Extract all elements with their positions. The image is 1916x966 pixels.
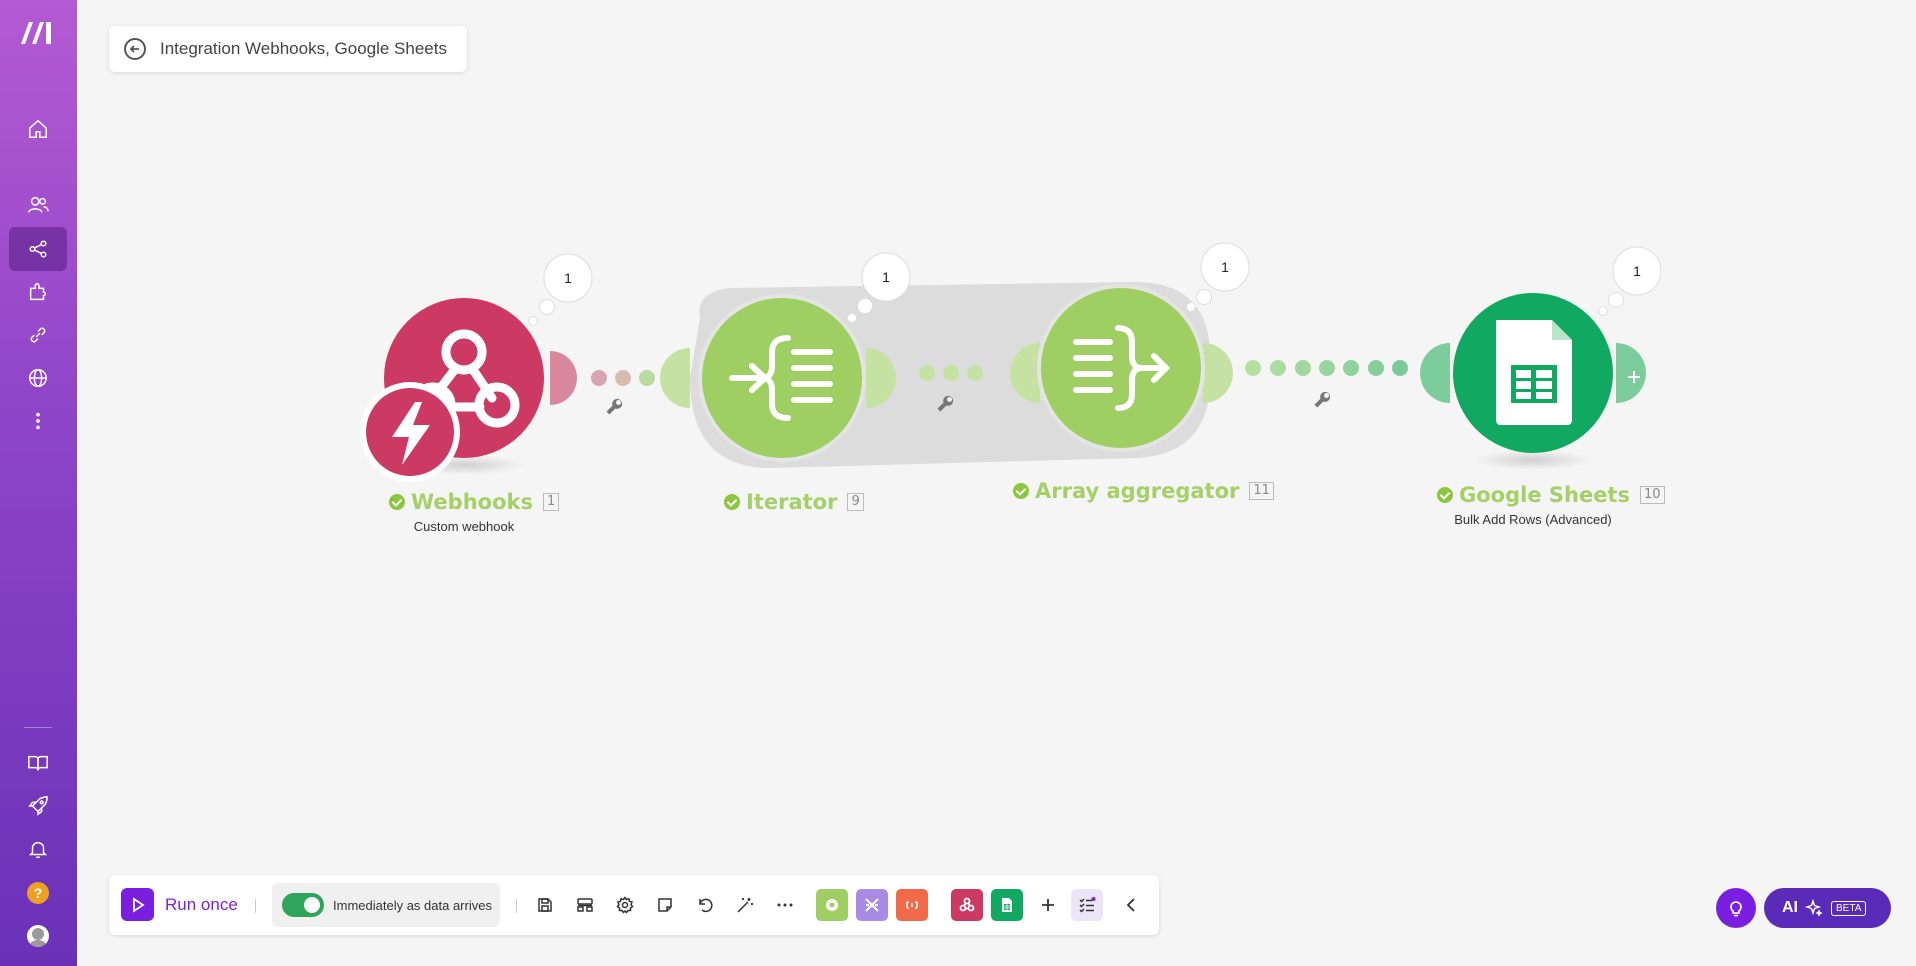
text-parser-tile[interactable] xyxy=(896,889,928,921)
module-subtitle: Bulk Add Rows (Advanced) xyxy=(1454,512,1612,527)
module-label-iterator[interactable]: Iterator 9 xyxy=(724,490,864,514)
status-check-icon xyxy=(389,494,405,510)
connector-webhooks-iterator xyxy=(591,370,655,386)
save-icon xyxy=(538,898,552,912)
settings-icon xyxy=(616,896,634,914)
auto-align-icon xyxy=(577,898,593,912)
operations-bubble[interactable]: 1 xyxy=(528,253,593,326)
module-id-badge: 9 xyxy=(847,493,864,511)
connector-aggregator-sheets xyxy=(1245,360,1408,376)
ai-label: AI xyxy=(1782,899,1798,916)
lightbulb-icon xyxy=(1730,901,1742,917)
status-check-icon xyxy=(1013,483,1029,499)
flow-control-icon xyxy=(865,898,879,912)
google-sheets-icon xyxy=(1002,898,1012,912)
save-button[interactable] xyxy=(532,892,558,918)
module-name: Iterator xyxy=(746,490,838,514)
module-id-badge: 10 xyxy=(1639,486,1665,504)
google-sheets-tile[interactable] xyxy=(991,889,1023,921)
beta-badge: BETA xyxy=(1831,900,1867,916)
bubble-count: 1 xyxy=(564,270,572,286)
scenario-canvas: 1 1 1 1 Webhooks 1 Custom webhook Iterat… xyxy=(0,0,1916,966)
run-once-label: Run once xyxy=(165,894,238,914)
checklist-button[interactable] xyxy=(1071,889,1103,921)
schedule-label: Immediately as data arrives xyxy=(333,897,492,913)
checklist-icon xyxy=(1079,897,1096,913)
add-module-button[interactable] xyxy=(1035,892,1061,918)
notes-button[interactable] xyxy=(652,892,678,918)
status-check-icon xyxy=(1437,487,1453,503)
notes-icon xyxy=(658,898,672,912)
more-options-button[interactable] xyxy=(772,892,798,918)
plus-icon xyxy=(1042,899,1054,911)
module-label-webhooks[interactable]: Webhooks 1 xyxy=(389,490,560,514)
tools-tile[interactable] xyxy=(816,889,848,921)
chevron-left-icon xyxy=(1126,898,1135,912)
schedule-switch[interactable] xyxy=(282,893,324,917)
schedule-toggle[interactable]: Immediately as data arrives xyxy=(272,883,500,927)
text-parser-icon xyxy=(906,901,918,909)
explain-flow-button[interactable] xyxy=(732,892,758,918)
auto-align-button[interactable] xyxy=(572,892,598,918)
tools-gear-icon xyxy=(826,899,838,911)
module-id-badge: 11 xyxy=(1249,482,1274,500)
operations-bubble[interactable]: 1 xyxy=(1598,246,1662,316)
sparkle-icon xyxy=(1805,899,1823,917)
bubble-count: 1 xyxy=(882,269,890,285)
scenario-settings-button[interactable] xyxy=(612,892,638,918)
bubble-count: 1 xyxy=(1221,259,1229,275)
ai-assistant-button[interactable]: AI BETA xyxy=(1764,888,1891,928)
module-google-sheets[interactable] xyxy=(1420,293,1646,470)
run-once-button[interactable]: Run once xyxy=(121,888,238,921)
module-name: Webhooks xyxy=(411,490,533,514)
module-label-array-aggregator[interactable]: Array aggregator 11 xyxy=(1013,479,1274,503)
scenario-toolbar: Run once Immediately as data arrives xyxy=(109,875,1159,935)
wrench-icon xyxy=(606,398,623,415)
module-name: Array aggregator xyxy=(1035,479,1240,503)
more-dots-icon xyxy=(777,903,793,907)
module-id-badge: 1 xyxy=(542,493,560,511)
hints-button[interactable] xyxy=(1716,888,1756,928)
module-label-google-sheets[interactable]: Google Sheets 10 xyxy=(1437,483,1665,507)
magic-wand-icon xyxy=(737,898,753,913)
flow-control-tile[interactable] xyxy=(856,889,888,921)
toolbar-divider xyxy=(516,899,517,913)
module-subtitle: Custom webhook xyxy=(413,519,515,534)
status-check-icon xyxy=(724,494,740,510)
module-name: Google Sheets xyxy=(1459,483,1630,507)
collapse-toolbar-button[interactable] xyxy=(1119,892,1145,918)
module-webhooks[interactable] xyxy=(360,298,577,482)
play-icon xyxy=(121,888,154,921)
operations-bubble[interactable]: 1 xyxy=(1186,242,1250,312)
connector-iterator-aggregator xyxy=(919,365,983,381)
webhooks-tile[interactable] xyxy=(951,889,983,921)
wrench-icon xyxy=(1314,391,1331,408)
toolbar-divider xyxy=(255,899,256,913)
bubble-count: 1 xyxy=(1633,263,1641,279)
undo-icon xyxy=(699,898,713,913)
undo-button[interactable] xyxy=(692,892,718,918)
google-sheets-icon xyxy=(1496,320,1572,425)
webhook-icon xyxy=(959,897,975,912)
